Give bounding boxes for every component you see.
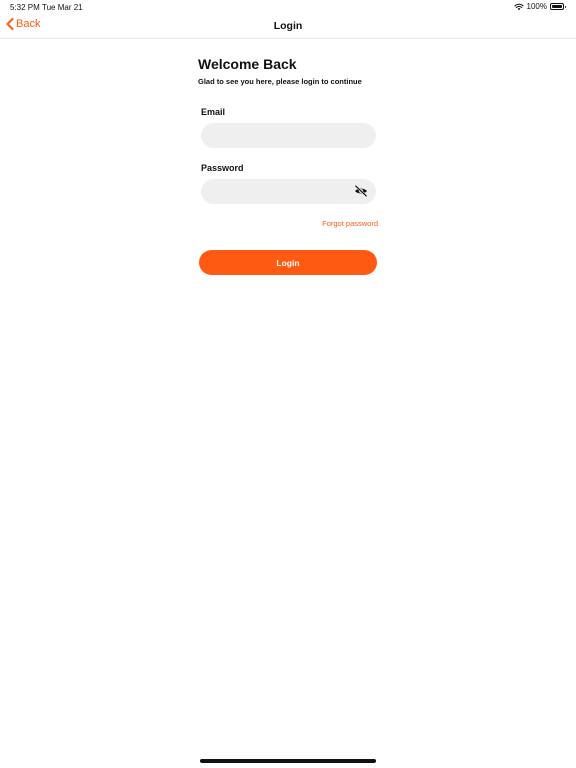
welcome-title: Welcome Back (198, 56, 297, 72)
welcome-subtitle: Glad to see you here, please login to co… (198, 77, 362, 86)
password-field (201, 179, 376, 204)
email-label: Email (201, 107, 226, 117)
status-time: 5:32 PM (10, 3, 40, 12)
login-button[interactable]: Login (199, 250, 377, 275)
email-input[interactable] (201, 123, 376, 148)
status-right: 100% (513, 2, 566, 11)
status-date: Tue Mar 21 (42, 3, 83, 12)
battery-percent: 100% (526, 2, 547, 11)
home-indicator (200, 759, 376, 763)
password-label: Password (201, 163, 244, 173)
nav-bar: Back Login (0, 14, 576, 39)
battery-full-icon (550, 3, 566, 10)
forgot-password-link[interactable]: Forgot password (322, 219, 378, 228)
status-bar: 5:32 PM Tue Mar 21 100% (0, 0, 576, 14)
password-input[interactable] (201, 179, 376, 204)
wifi-icon (513, 3, 524, 10)
eye-off-icon[interactable] (354, 185, 368, 197)
login-form: Welcome Back Glad to see you here, pleas… (198, 56, 378, 275)
page-title: Login (273, 20, 303, 32)
